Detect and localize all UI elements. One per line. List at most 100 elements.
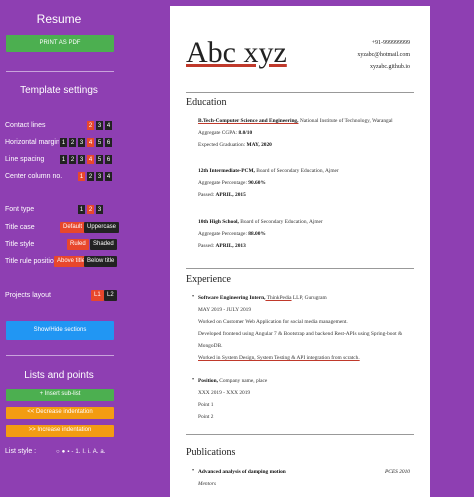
font-type-option-2[interactable]: 2: [86, 204, 95, 215]
job1-header[interactable]: Software Engineering Intern, ThinkPedia …: [198, 295, 327, 301]
high-school-passed[interactable]: Passed: APRIL, 2013: [198, 243, 246, 249]
font-type-label: Font type: [5, 206, 35, 213]
horizontal-margin-option-5[interactable]: 5: [95, 137, 104, 148]
list-style-lower-roman[interactable]: i.: [88, 447, 91, 457]
high-school-entry[interactable]: 10th High School, Board of Secondary Edu…: [198, 219, 323, 225]
increase-indentation-button[interactable]: >> Increase indentation: [6, 425, 114, 437]
center-column-option-3[interactable]: 3: [95, 171, 104, 182]
horizontal-margin-option-3[interactable]: 3: [77, 137, 86, 148]
horizontal-margin-option-4[interactable]: 4: [86, 137, 95, 148]
intermediate-passed[interactable]: Passed: APRIL, 2015: [198, 192, 246, 198]
list-style-lower-alpha[interactable]: a.: [100, 447, 105, 457]
publication-title[interactable]: Advanced analysis of damping motion: [198, 469, 286, 475]
contact-lines-option-3[interactable]: 3: [95, 120, 104, 131]
publication-venue[interactable]: PCES 2010: [385, 469, 410, 475]
center-column-option-2[interactable]: 2: [86, 171, 95, 182]
job1-point[interactable]: MongoDB.: [198, 343, 222, 349]
line-spacing-label: Line spacing: [5, 156, 45, 163]
sidebar: Resume PRINT AS PDF Template settings Co…: [0, 0, 124, 497]
contact-lines-label: Contact lines: [5, 122, 46, 129]
app-title: Resume: [36, 12, 82, 26]
divider: [6, 355, 114, 356]
contact-website[interactable]: xyzabc.github.io: [290, 64, 410, 70]
list-style-upper-alpha[interactable]: A.: [93, 447, 99, 457]
center-column-option-4[interactable]: 4: [104, 171, 113, 182]
title-style-shaded-button[interactable]: Shaded: [90, 239, 117, 250]
center-column-option-1[interactable]: 1: [77, 171, 86, 182]
job2-header[interactable]: Position, Company name, place: [198, 378, 267, 384]
projects-layout-label: Projects layout: [5, 292, 51, 299]
high-school-percentage[interactable]: Aggregate Percentage: 88.00%: [198, 231, 266, 237]
line-spacing-selector: 1 2 3 4 5 6: [59, 154, 113, 165]
divider: [6, 71, 114, 72]
horizontal-margin-option-1[interactable]: 1: [59, 137, 68, 148]
contact-email[interactable]: xyzabc@hotmail.com: [290, 52, 410, 58]
list-style-label: List style :: [5, 448, 37, 455]
btech-entry[interactable]: B.Tech-Computer Science and Engineering,…: [198, 118, 393, 124]
title-rule-above-button[interactable]: Above title: [54, 256, 89, 267]
list-style-options: ○ ● ▪ - 1. I. i. A. a.: [56, 447, 105, 457]
list-style-upper-roman[interactable]: I.: [82, 447, 85, 457]
title-style-label: Title style: [5, 241, 35, 248]
center-column-selector: 1 2 3 4: [77, 171, 113, 182]
print-pdf-button[interactable]: PRINT AS PDF: [6, 35, 114, 52]
intermediate-entry[interactable]: 12th Intermediate-PCM, Board of Secondar…: [198, 168, 339, 174]
title-case-default-button[interactable]: Default: [60, 222, 86, 233]
font-type-selector: 1 2 3: [77, 204, 104, 215]
contact-phone[interactable]: +91-999999999: [290, 40, 410, 46]
horizontal-margin-selector: 1 2 3 4 5 6: [59, 137, 113, 148]
experience-heading[interactable]: Experience: [186, 274, 231, 285]
job1-point[interactable]: Worked in System Design, System Testing …: [198, 355, 360, 361]
job2-dates[interactable]: XXX 2019 - XXX 2019: [198, 390, 250, 396]
list-style-dash[interactable]: -: [71, 447, 73, 457]
title-case-label: Title case: [5, 224, 35, 231]
list-style-disc[interactable]: ●: [62, 447, 66, 457]
contact-lines-selector: 2 3 4: [86, 120, 113, 131]
horizontal-margin-option-2[interactable]: 2: [68, 137, 77, 148]
contact-lines-option-4[interactable]: 4: [104, 120, 113, 131]
job2-point[interactable]: Point 2: [198, 414, 213, 420]
title-case-uppercase-button[interactable]: Uppercase: [84, 222, 120, 233]
template-settings-heading: Template settings: [20, 85, 98, 96]
insert-sublist-button[interactable]: + Insert sub-list: [6, 389, 114, 401]
resume-page[interactable]: Abc xyz +91-999999999 xyzabc@hotmail.com…: [170, 6, 430, 497]
bullet-icon: •: [192, 294, 195, 300]
title-style-ruled-button[interactable]: Ruled: [67, 239, 89, 250]
job1-point[interactable]: Worked on Customer Web Application for s…: [198, 319, 348, 325]
intermediate-percentage[interactable]: Aggregate Percentage: 90.60%: [198, 180, 266, 186]
font-type-option-3[interactable]: 3: [95, 204, 104, 215]
line-spacing-option-5[interactable]: 5: [95, 154, 104, 165]
btech-cgpa[interactable]: Aggregate CGPA: 8.0/10: [198, 130, 252, 136]
job1-dates[interactable]: MAY 2019 - JULY 2019: [198, 307, 251, 313]
job1-point[interactable]: Developed frontend using Angular 7 & Boo…: [198, 331, 402, 337]
line-spacing-option-1[interactable]: 1: [59, 154, 68, 165]
publications-rule: [186, 434, 414, 435]
publication-mentors[interactable]: Mentors: [198, 481, 216, 487]
contact-lines-option-2[interactable]: 2: [86, 120, 95, 131]
decrease-indentation-button[interactable]: << Decrease indentation: [6, 407, 114, 419]
title-rule-below-button[interactable]: Below title: [84, 256, 118, 267]
font-type-option-1[interactable]: 1: [77, 204, 86, 215]
horizontal-margin-label: Horizontal margin: [5, 139, 60, 146]
education-heading[interactable]: Education: [186, 97, 227, 108]
job2-point[interactable]: Point 1: [198, 402, 213, 408]
line-spacing-option-2[interactable]: 2: [68, 154, 77, 165]
bullet-icon: •: [192, 377, 195, 383]
experience-rule: [186, 268, 414, 269]
list-style-circle[interactable]: ○: [56, 447, 60, 457]
line-spacing-option-6[interactable]: 6: [104, 154, 113, 165]
publications-heading[interactable]: Publications: [186, 447, 235, 458]
lists-and-points-heading: Lists and points: [24, 370, 94, 381]
line-spacing-option-3[interactable]: 3: [77, 154, 86, 165]
list-style-square[interactable]: ▪: [67, 447, 69, 457]
projects-layout-l1-button[interactable]: L1: [91, 290, 104, 301]
projects-layout-l2-button[interactable]: L2: [104, 290, 117, 301]
center-column-label: Center column no.: [5, 173, 63, 180]
horizontal-margin-option-6[interactable]: 6: [104, 137, 113, 148]
resume-name[interactable]: Abc xyz: [186, 36, 287, 70]
btech-graduation[interactable]: Expected Graduation: MAY, 2020: [198, 142, 272, 148]
line-spacing-option-4[interactable]: 4: [86, 154, 95, 165]
show-hide-sections-button[interactable]: Show/Hide sections: [6, 321, 114, 340]
list-style-decimal[interactable]: 1.: [75, 447, 80, 457]
title-rule-position-label: Title rule position: [5, 258, 58, 265]
